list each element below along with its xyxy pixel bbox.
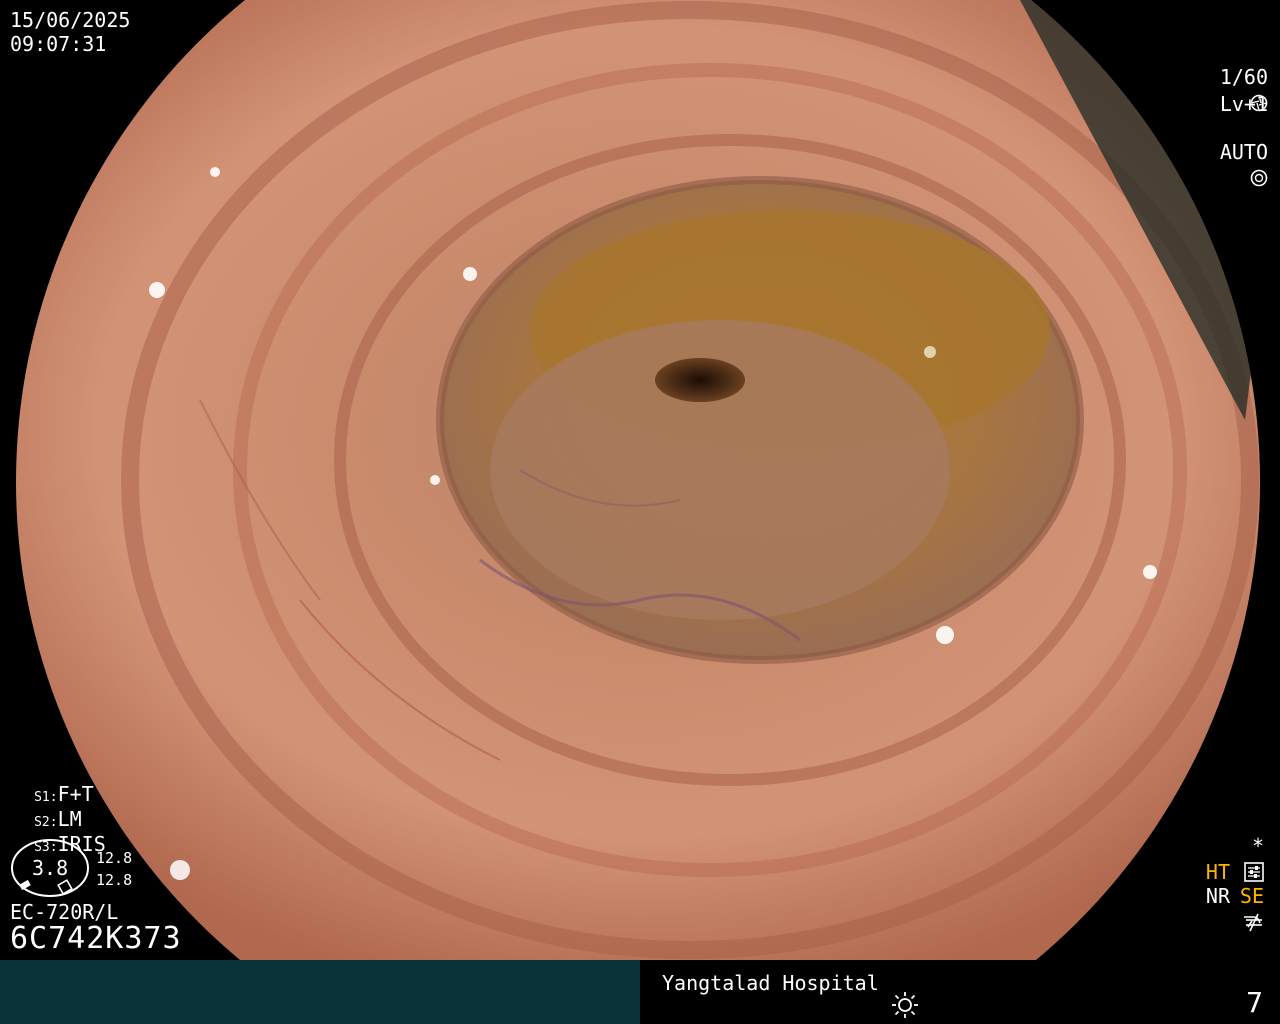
iris-icon	[1250, 169, 1268, 186]
contrast-not-equal-icon	[1246, 913, 1262, 931]
iris-mode-label: AUTO	[1219, 140, 1268, 164]
gauge-value: 3.8	[32, 856, 69, 880]
gauge-reading-upper: 12.8	[96, 849, 133, 867]
footer-left-panel	[0, 960, 640, 1024]
hospital-name: Yangtalad Hospital	[662, 971, 879, 995]
level-row: Lv+1 AUTO	[1196, 68, 1268, 188]
brightness-icon	[892, 992, 918, 1018]
date-label: 15/06/2025	[10, 8, 131, 32]
gauge-reading-lower: 12.8	[96, 871, 133, 889]
footer-right-panel: Yangtalad Hospital 7	[640, 960, 1280, 1024]
scope-serial: 6C742K373	[10, 921, 182, 956]
colon-lumen	[16, 0, 1260, 960]
time-label: 09:07:31	[10, 32, 107, 56]
star-marker: *	[1251, 834, 1264, 858]
contrast-row	[1220, 884, 1264, 932]
level-label: Lv+1	[1219, 92, 1268, 116]
page-number: 7	[1246, 986, 1264, 1019]
footer-bar: Yangtalad Hospital 7	[0, 960, 1280, 1024]
endoscopy-view	[0, 0, 1280, 960]
